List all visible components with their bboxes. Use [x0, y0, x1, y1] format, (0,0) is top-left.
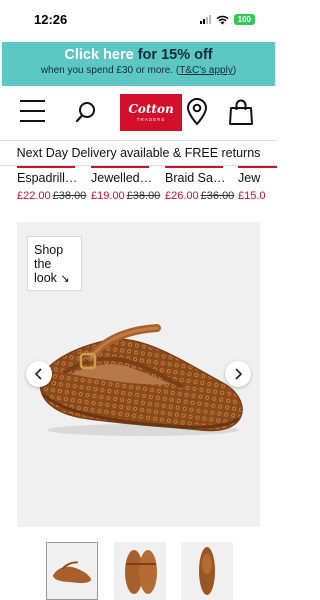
product-image-shoe: [39, 324, 243, 436]
strip-item[interactable]: Jew £15.0: [238, 166, 277, 208]
wifi-icon: [216, 15, 229, 24]
price-was: £38.00: [126, 190, 161, 202]
strip-item-name: Jewelled…: [91, 171, 153, 185]
promo-click-here[interactable]: Click here: [64, 47, 133, 63]
thumbnail-2[interactable]: [114, 542, 166, 600]
cellular-signal-icon: [199, 15, 211, 24]
thumbnail-image-shoe-sole: [199, 547, 215, 595]
promo-subtext: when you spend £30 or more. (T&C's apply…: [2, 65, 275, 76]
search-icon[interactable]: [74, 100, 98, 124]
price-now: £19.00: [91, 190, 125, 202]
price-was: £38.00: [52, 190, 87, 202]
strip-item-accent: [17, 166, 75, 168]
price-now: £26.00: [165, 190, 199, 202]
logo-wordmark: Cotton: [128, 102, 174, 116]
store-locator-icon[interactable]: [185, 98, 209, 126]
related-products-strip: Espadrill… £22.00 £38.00 Jewelled… £19.00…: [0, 166, 277, 208]
menu-icon[interactable]: [20, 100, 45, 122]
shop-look-line: the: [34, 257, 52, 271]
promo-sub-end: ): [232, 65, 237, 76]
strip-item-name: Braid Sa…: [165, 171, 226, 185]
strip-item[interactable]: Jewelled… £19.00 £38.00: [91, 166, 163, 208]
thumbnail-image-shoe-top: [125, 550, 157, 594]
thumbnail-image-shoe-side: [52, 561, 92, 584]
shop-the-look-button[interactable]: Shop the look ↘: [27, 236, 82, 291]
arrow-down-right-icon: ↘: [60, 273, 70, 285]
promo-sub-text: when you spend £30 or more. (: [40, 65, 180, 76]
logo-subtitle: TRADERS: [136, 117, 166, 122]
gallery-thumbnails: [0, 540, 277, 600]
thumbnail-3[interactable]: [181, 542, 233, 600]
battery-icon: 100: [233, 14, 255, 25]
thumbnail-1[interactable]: [46, 542, 98, 600]
status-time: 12:26: [34, 12, 68, 27]
shop-look-word: look: [34, 271, 57, 285]
promo-banner[interactable]: Click here for 15% off when you spend £3…: [2, 42, 275, 86]
gallery-next-button[interactable]: [225, 361, 251, 387]
product-image-gallery[interactable]: Shop the look ↘: [17, 222, 260, 527]
shop-look-line: Shop: [34, 243, 64, 257]
promo-headline: Click here for 15% off: [2, 47, 275, 63]
price-now: £15.0: [238, 190, 266, 202]
site-header: Cotton TRADERS: [0, 88, 277, 138]
strip-item-name: Jew: [238, 171, 261, 185]
strip-item-accent: [238, 166, 277, 168]
strip-item-prices: £26.00 £36.00: [165, 190, 234, 202]
status-icons: 100: [199, 14, 255, 25]
strip-item[interactable]: Espadrill… £22.00 £38.00: [17, 166, 89, 208]
status-bar: 12:26 100: [0, 0, 277, 40]
strip-item[interactable]: Braid Sa… £26.00 £36.00: [165, 166, 237, 208]
tc-link[interactable]: T&C's apply: [179, 65, 233, 76]
strip-item-accent: [165, 166, 223, 168]
strip-item-accent: [91, 166, 149, 168]
strip-item-prices: £19.00 £38.00: [91, 190, 160, 202]
price-now: £22.00: [17, 190, 51, 202]
brand-logo[interactable]: Cotton TRADERS: [120, 94, 182, 131]
chevron-left-icon: [34, 368, 42, 380]
gallery-prev-button[interactable]: [26, 361, 52, 387]
delivery-banner[interactable]: Next Day Delivery available & FREE retur…: [0, 140, 277, 166]
shopping-bag-icon[interactable]: [228, 98, 254, 126]
shop-look-line: look ↘: [34, 271, 81, 286]
price-was: £36.00: [200, 190, 235, 202]
strip-item-prices: £22.00 £38.00: [17, 190, 86, 202]
strip-item-prices: £15.0: [238, 190, 266, 202]
chevron-right-icon: [235, 368, 243, 380]
strip-item-name: Espadrill…: [17, 171, 78, 185]
promo-offer: for 15% off: [133, 47, 213, 63]
